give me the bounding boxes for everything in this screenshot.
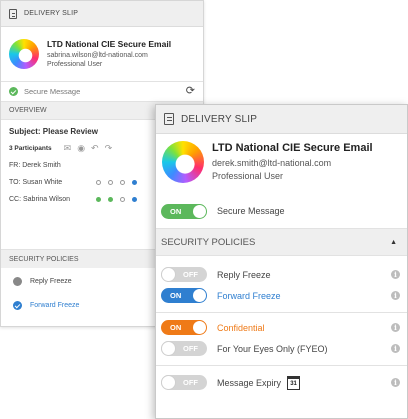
policy-forward-freeze: ON Forward Freeze i [156, 285, 407, 306]
document-icon [164, 113, 174, 125]
secure-message-row: ON Secure Message [156, 198, 407, 224]
toggle-knob [162, 376, 175, 389]
status-dot [108, 180, 113, 185]
sender-card: LTD National CIE Secure Email derek.smit… [156, 134, 407, 190]
security-policies-label: SECURITY POLICIES [161, 236, 256, 248]
delivery-slip-panel-front: DELIVERY SLIP LTD National CIE Secure Em… [155, 104, 408, 419]
policy-label: Confidential [217, 322, 265, 333]
toggle-state: ON [170, 323, 182, 332]
sender-card: LTD National CIE Secure Email sabrina.wi… [1, 27, 203, 81]
policy-confidential: ON Confidential i [156, 317, 407, 338]
toggle-state: OFF [183, 270, 198, 279]
status-dot [96, 197, 101, 202]
toggle-knob [193, 204, 206, 218]
policy-reply-freeze: OFF Reply Freeze i [156, 264, 407, 285]
policy-reply-freeze[interactable]: Reply Freeze [13, 277, 72, 286]
status-dot [132, 180, 137, 185]
secure-message-label: Secure Message [24, 87, 81, 96]
panel-header: DELIVERY SLIP [1, 1, 203, 27]
toggle-knob [193, 289, 206, 302]
status-dot [132, 197, 137, 202]
toggle-state: ON [170, 206, 182, 216]
policy-label: Forward Freeze [30, 302, 80, 309]
overview-label: OVERVIEW [9, 107, 47, 114]
policy-label: Reply Freeze [30, 278, 72, 285]
participants-count: 3 Participants [9, 145, 52, 152]
to-line: TO: Susan White [9, 179, 63, 186]
secure-message-row[interactable]: Secure Message ⟳ [1, 81, 203, 101]
calendar-icon[interactable]: 31 [287, 375, 301, 390]
info-icon[interactable]: i [391, 291, 400, 300]
info-icon[interactable]: i [391, 378, 400, 387]
status-dot [120, 197, 125, 202]
radio-off-icon [13, 277, 22, 286]
secure-message-label: Secure Message [217, 206, 285, 216]
status-dot [108, 197, 113, 202]
sender-role: Professional User [212, 170, 284, 181]
divider [156, 365, 407, 366]
sender-email: sabrina.wilson@ltd-national.com [47, 51, 148, 59]
eye-icon[interactable]: ◉ [77, 144, 85, 153]
info-icon[interactable]: i [391, 323, 400, 332]
panel-header: DELIVERY SLIP [156, 105, 407, 134]
policy-label: Message Expiry [217, 377, 282, 388]
panel-title: DELIVERY SLIP [24, 10, 79, 17]
collapse-caret-icon[interactable]: ▲ [390, 239, 397, 246]
toggle-state: ON [170, 291, 182, 300]
org-logo-avatar [162, 141, 204, 183]
radio-checked-icon [13, 301, 22, 310]
org-logo-avatar [9, 39, 39, 69]
policy-fyeo: OFF For Your Eyes Only (FYEO) i [156, 338, 407, 359]
sender-org-name: LTD National CIE Secure Email [212, 142, 373, 155]
toggle-knob [162, 342, 175, 355]
policy-label: Reply Freeze [217, 269, 271, 280]
envelope-icon[interactable]: ✉ [64, 144, 72, 153]
policy-label: Forward Freeze [217, 290, 281, 301]
toggle-knob [193, 321, 206, 334]
secure-message-toggle[interactable]: ON [161, 203, 207, 219]
document-icon [9, 8, 17, 19]
forward-icon[interactable]: ↷ [105, 144, 113, 153]
reply-freeze-toggle[interactable]: OFF [161, 267, 207, 282]
message-expiry-toggle[interactable]: OFF [161, 375, 207, 390]
toggle-state: OFF [183, 344, 198, 353]
panel-title: DELIVERY SLIP [181, 113, 258, 125]
status-dot [96, 180, 101, 185]
toggle-knob [162, 268, 175, 281]
policy-message-expiry: OFF Message Expiry 31 i [156, 372, 407, 393]
policy-forward-freeze[interactable]: Forward Freeze [13, 301, 79, 310]
toggle-state: OFF [183, 378, 198, 387]
status-dot [120, 180, 125, 185]
divider [156, 312, 407, 313]
confidential-toggle[interactable]: ON [161, 320, 207, 335]
sender-email: derek.smith@ltd-national.com [212, 158, 332, 169]
sender-role: Professional User [47, 61, 103, 68]
policies-list: OFF Reply Freeze i ON Forward Freeze i O… [156, 256, 407, 393]
forward-freeze-toggle[interactable]: ON [161, 288, 207, 303]
reply-icon[interactable]: ↶ [91, 144, 99, 153]
check-icon [9, 87, 18, 96]
refresh-icon[interactable]: ⟳ [186, 86, 195, 97]
info-icon[interactable]: i [391, 270, 400, 279]
calendar-day: 31 [290, 380, 297, 387]
sender-org-name: LTD National CIE Secure Email [47, 38, 172, 49]
security-policies-section-header[interactable]: SECURITY POLICIES ▲ [156, 228, 407, 256]
info-icon[interactable]: i [391, 344, 400, 353]
fyeo-toggle[interactable]: OFF [161, 341, 207, 356]
cc-line: CC: Sabrina Wilson [9, 196, 71, 203]
policy-label: For Your Eyes Only (FYEO) [217, 343, 328, 354]
security-policies-label: SECURITY POLICIES [9, 255, 79, 263]
